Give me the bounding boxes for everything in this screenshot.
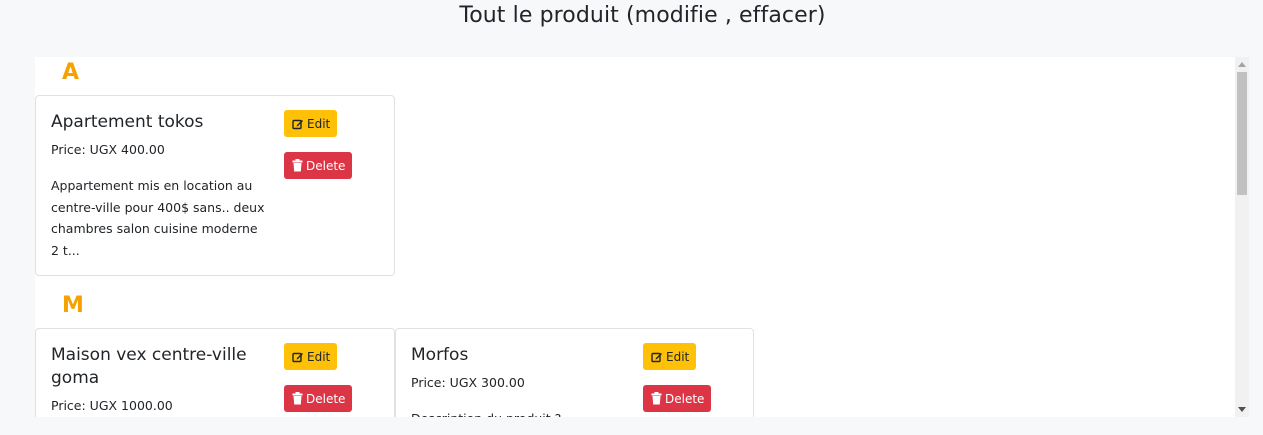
product-price: Price: UGX 400.00 [51, 142, 165, 157]
description-line: Appartement mis en location au [51, 178, 253, 193]
pen-to-square-icon [651, 352, 662, 362]
product-price: Price: UGX 300.00 [411, 375, 525, 390]
trash-icon [292, 159, 303, 172]
section-letter-m: M [62, 293, 84, 318]
scroll-up-arrow-icon[interactable] [1238, 62, 1246, 67]
delete-button[interactable]: Delete [643, 385, 712, 412]
trash-icon [651, 392, 662, 405]
edit-button[interactable]: Edit [284, 343, 338, 370]
description-line: chambres salon cuisine moderne [51, 221, 258, 236]
page-title: Tout le produit (modifie , effacer) [459, 3, 826, 28]
delete-button[interactable]: Delete [284, 385, 353, 412]
edit-button[interactable]: Edit [284, 110, 338, 137]
product-price: Price: UGX 1000.00 [51, 398, 173, 413]
description-line: centre-ville pour 400$ sans.. deux [51, 199, 265, 215]
product-description: Description du produit ? [411, 408, 636, 417]
product-list-panel: A Apartement tokos Price: UGX 400.00 App… [35, 57, 1235, 417]
description-line: 2 t... [51, 242, 80, 258]
product-card: Morfos Price: UGX 300.00 Description du … [395, 328, 754, 417]
product-card: Maison vex centre-ville goma Price: UGX … [35, 328, 395, 417]
delete-button[interactable]: Delete [284, 152, 353, 179]
delete-label: Delete [306, 158, 346, 173]
scroll-down-arrow-icon[interactable] [1238, 407, 1246, 412]
edit-label: Edit [666, 349, 690, 364]
edit-label: Edit [307, 116, 331, 131]
delete-label: Delete [665, 391, 705, 406]
product-name: Maison vex centre-ville goma [51, 344, 266, 390]
product-name-line: Maison vex centre-ville [51, 345, 247, 365]
delete-label: Delete [306, 391, 346, 406]
edit-label: Edit [307, 349, 331, 364]
pen-to-square-icon [292, 352, 303, 362]
product-name: Morfos [411, 345, 469, 365]
section-letter-a: A [62, 60, 80, 85]
vertical-scrollbar[interactable] [1235, 57, 1249, 417]
product-name-line: goma [51, 368, 100, 388]
scrollbar-thumb[interactable] [1237, 72, 1247, 195]
pen-to-square-icon [292, 119, 303, 129]
product-description: Appartement mis en location au centre-vi… [51, 175, 276, 261]
trash-icon [292, 392, 303, 405]
edit-button[interactable]: Edit [643, 343, 697, 370]
product-name: Apartement tokos [51, 112, 204, 132]
product-card: Apartement tokos Price: UGX 400.00 Appar… [35, 95, 395, 276]
